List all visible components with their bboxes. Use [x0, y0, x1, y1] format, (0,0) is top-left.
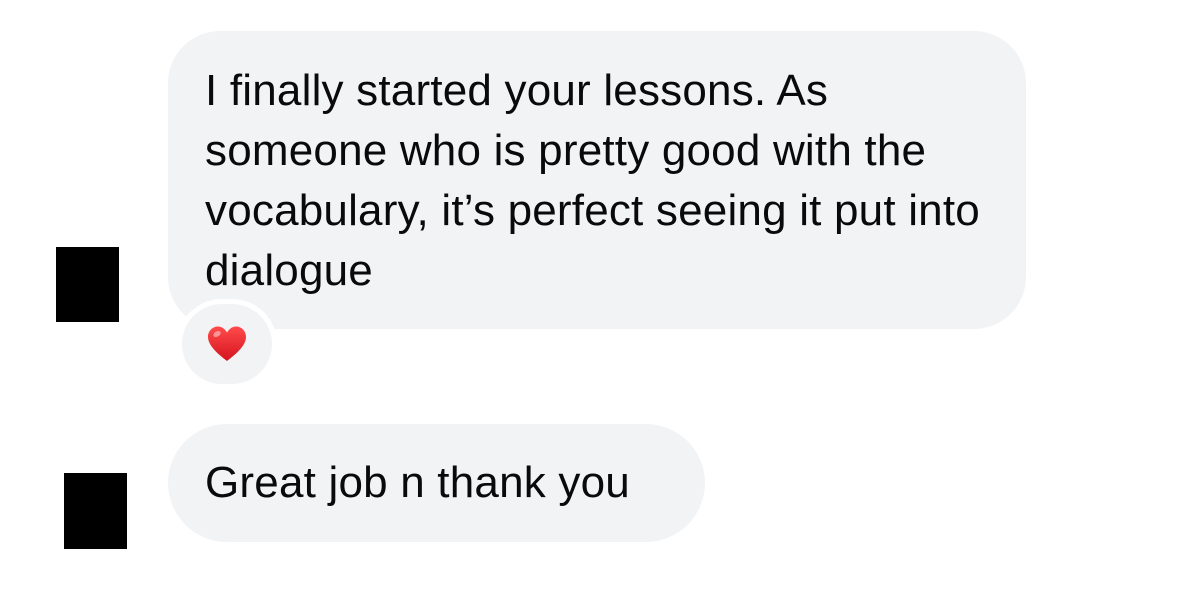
message-bubble[interactable]: I finally started your lessons. As someo… — [168, 31, 1026, 329]
message-text: Great job n thank you — [205, 458, 630, 507]
message-text: I finally started your lessons. As someo… — [205, 66, 980, 295]
red-heart-icon — [208, 326, 246, 361]
message-bubble[interactable]: Great job n thank you — [168, 424, 705, 542]
redacted-avatar[interactable] — [56, 247, 119, 322]
heart-reaction[interactable] — [182, 304, 272, 384]
redacted-avatar[interactable] — [64, 473, 127, 549]
chat-thread: I finally started your lessons. As someo… — [0, 0, 1179, 591]
